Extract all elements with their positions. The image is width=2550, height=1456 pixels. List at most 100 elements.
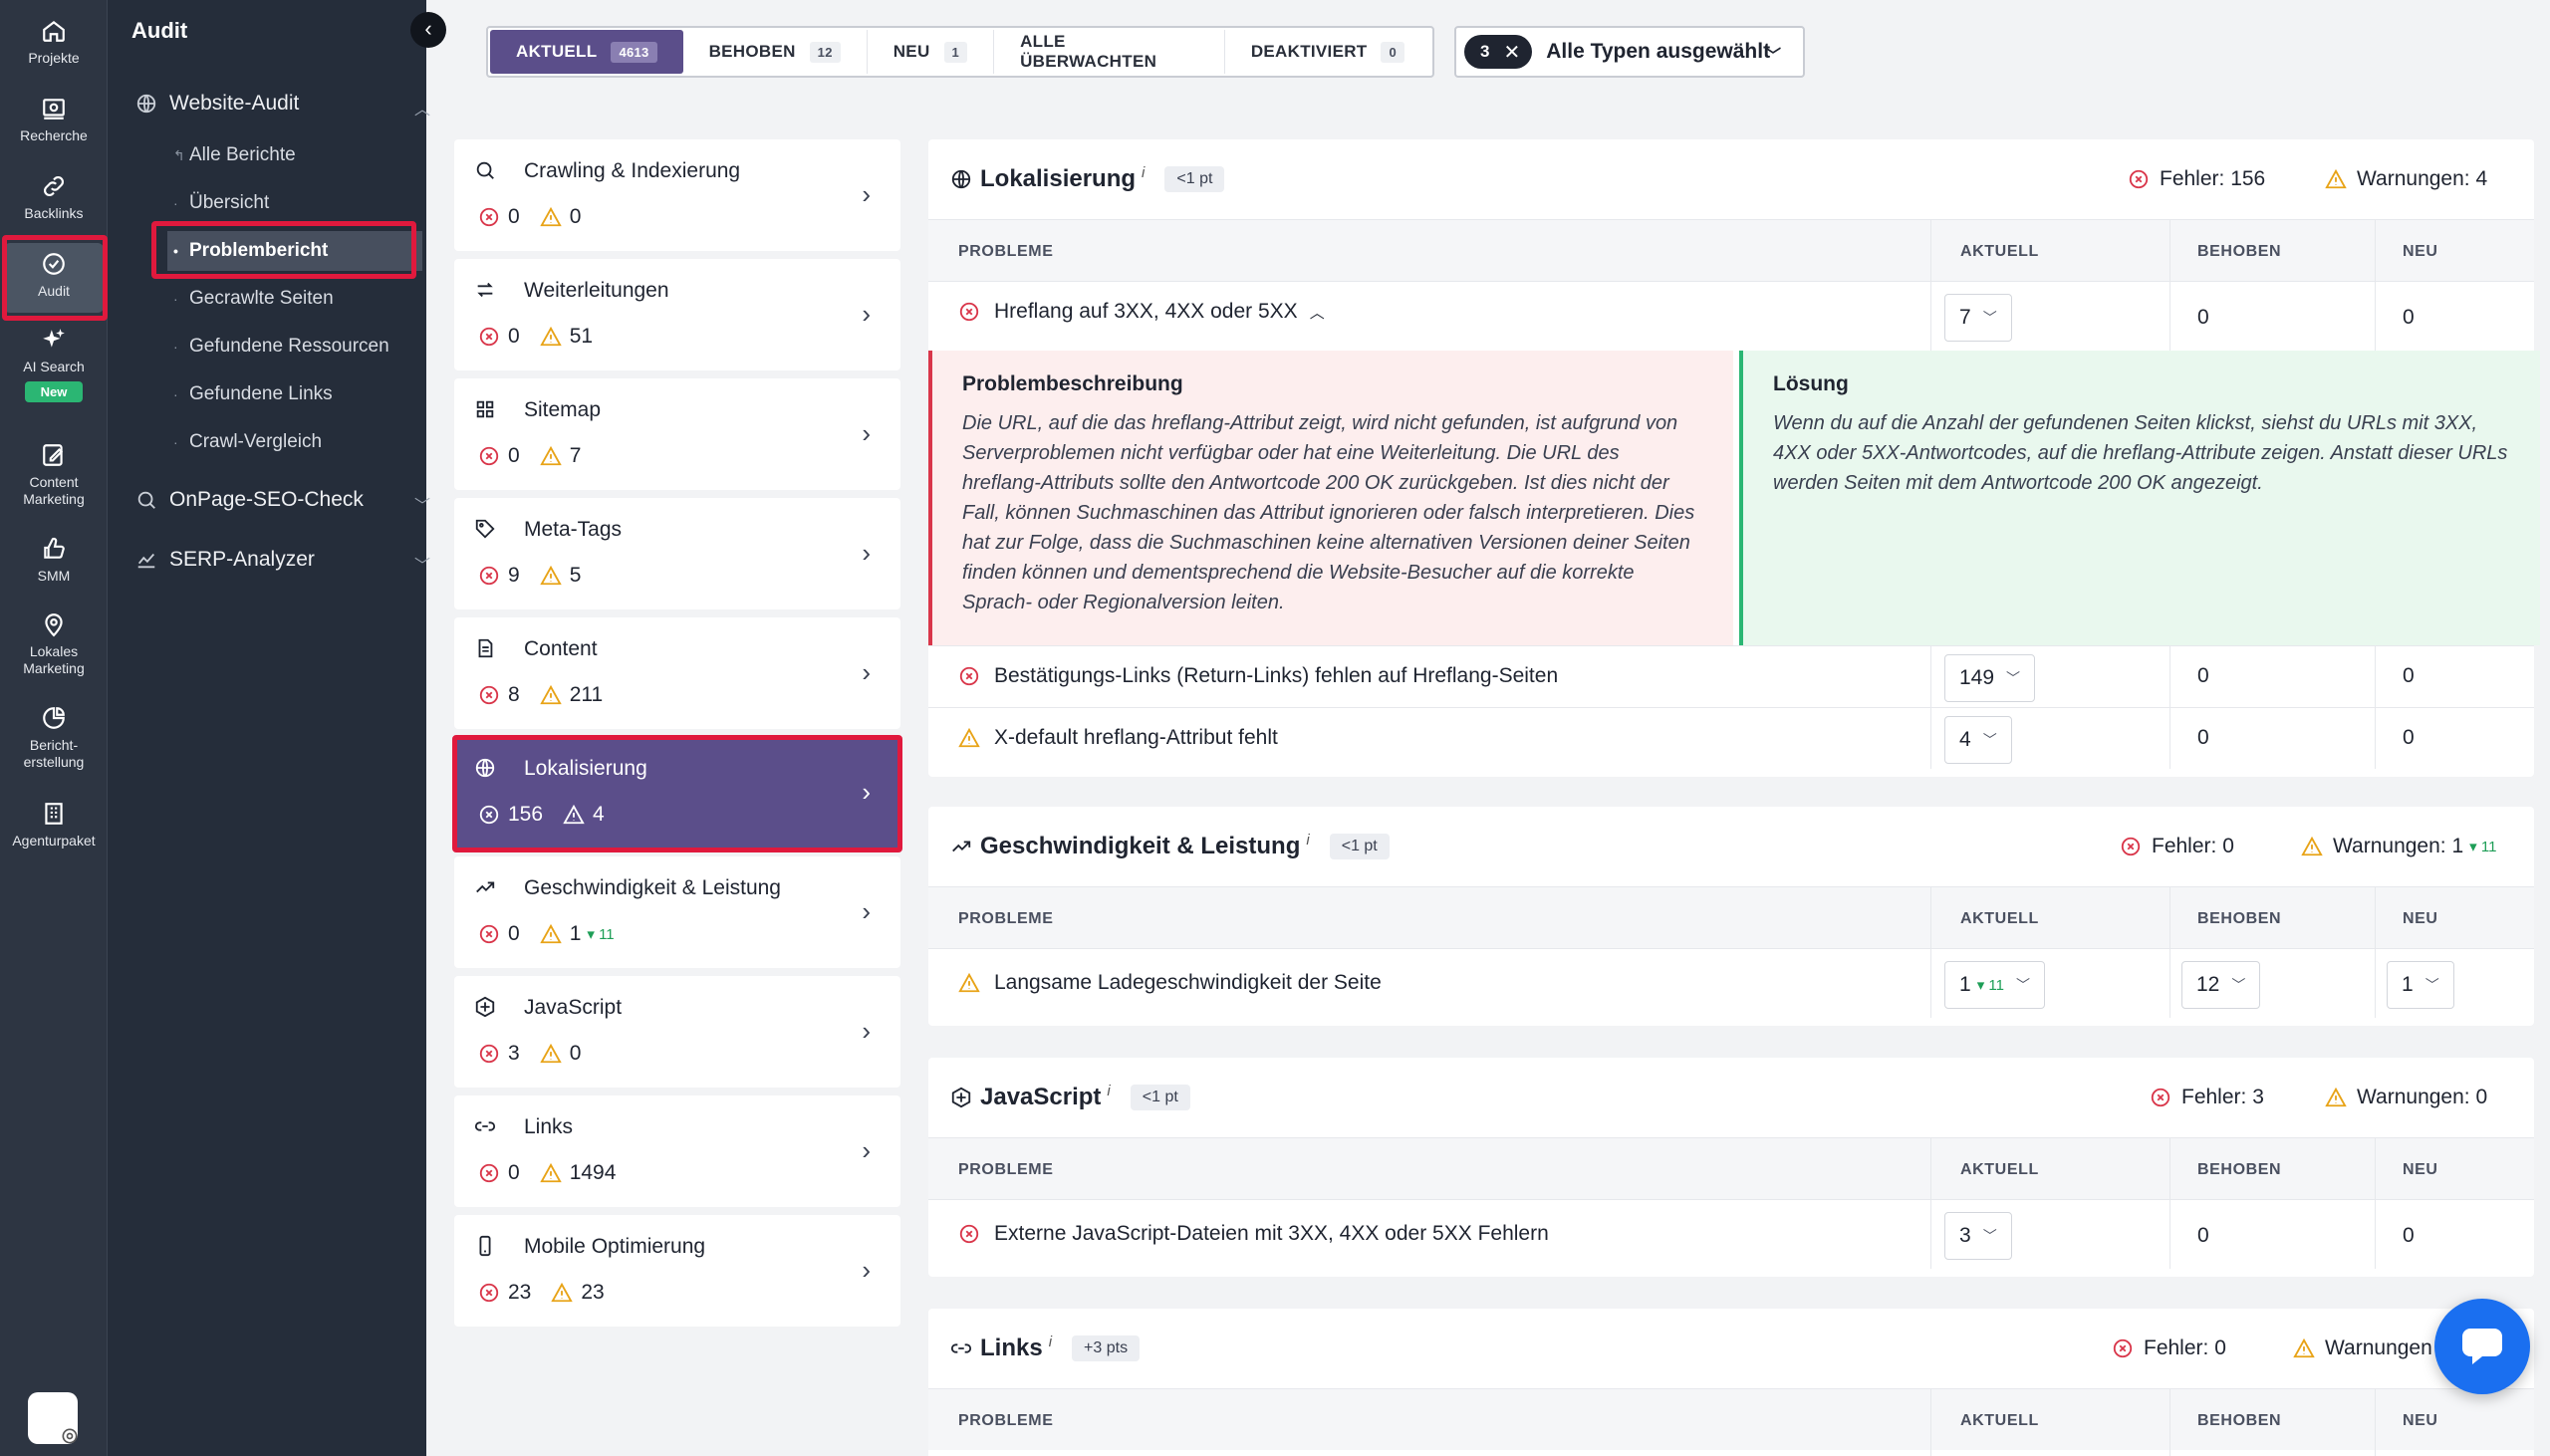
- table-row: X-default hreflang-Attribut fehlt 4 ﹀ 0 0: [928, 707, 2534, 769]
- error-icon: [2121, 837, 2141, 856]
- issue-link[interactable]: X-default hreflang-Attribut fehlt: [994, 726, 1278, 750]
- document-icon: [478, 638, 493, 658]
- section-title: Links i +3 pts: [950, 1334, 1141, 1362]
- collapse-sidebar-button[interactable]: ‹: [410, 12, 446, 48]
- link-icon: [950, 1343, 972, 1353]
- info-icon[interactable]: i: [1142, 164, 1145, 181]
- close-icon[interactable]: ✕: [1503, 40, 1520, 65]
- error-count: Fehler: 156: [2128, 167, 2265, 191]
- chevron-down-icon: ﹀: [1982, 732, 1997, 748]
- category-name: Mobile Optimierung: [524, 1235, 706, 1258]
- issue-type-filter[interactable]: 3 ✕ Alle Typen ausgewählt ﹀: [1454, 26, 1805, 78]
- warning-icon: [539, 326, 562, 347]
- category-card[interactable]: Content 8 211 ›: [454, 617, 900, 729]
- warning-icon: [2301, 836, 2323, 856]
- sidebar-group-website-audit[interactable]: Website-Audit ︿: [135, 92, 430, 119]
- rail-local-marketing[interactable]: Lokales Marketing: [4, 611, 104, 677]
- category-card[interactable]: JavaScript 3 0 ›: [454, 976, 900, 1088]
- redirect-icon: [477, 282, 493, 298]
- info-icon[interactable]: i: [1306, 832, 1309, 849]
- issue-link[interactable]: Hreflang auf 3XX, 4XX oder 5XX: [994, 300, 1298, 324]
- new-count-dropdown[interactable]: 1 ﹀: [2387, 961, 2454, 1009]
- category-name: JavaScript: [524, 996, 623, 1019]
- sidebar-item-found-links[interactable]: · Gefundene Links: [167, 374, 422, 414]
- tab-disabled[interactable]: DEAKTIVIERT 0: [1225, 30, 1430, 74]
- phone-icon: [479, 1235, 491, 1257]
- error-icon: [479, 1163, 499, 1183]
- warning-count: Warnungen: 0: [2325, 1086, 2487, 1109]
- home-icon: [43, 20, 65, 42]
- rail-ai-search[interactable]: AI Search New: [4, 327, 104, 402]
- warning-count: 51: [569, 325, 594, 348]
- chevron-down-icon: ﹀: [2006, 670, 2021, 686]
- chevron-up-icon[interactable]: ︿: [1310, 302, 1325, 323]
- settings-widget[interactable]: [28, 1392, 78, 1444]
- selected-count-chip[interactable]: 3 ✕: [1464, 35, 1533, 69]
- sidebar-item-overview[interactable]: · Übersicht: [167, 183, 422, 223]
- tab-new[interactable]: NEU 1: [868, 30, 995, 74]
- sidebar-item-found-resources[interactable]: · Gefundene Ressourcen: [167, 327, 422, 366]
- rail-smm[interactable]: SMM: [4, 536, 104, 585]
- grid-icon: [476, 400, 494, 418]
- tab-fixed[interactable]: BEHOBEN 12: [683, 30, 868, 74]
- error-icon: [479, 566, 499, 586]
- error-icon: [479, 685, 499, 705]
- category-card[interactable]: Links 0 1494 ›: [454, 1095, 900, 1207]
- rail-research[interactable]: Recherche: [4, 96, 104, 144]
- tab-all-monitored[interactable]: ALLE ÜBERWACHTEN: [994, 30, 1225, 74]
- error-icon: [2113, 1338, 2133, 1358]
- sidebar-group-onpage-seo-check[interactable]: OnPage-SEO-Check ﹀: [135, 488, 430, 515]
- warning-count: 0: [569, 1042, 582, 1065]
- current-count-dropdown[interactable]: 4 ﹀: [1944, 716, 2012, 764]
- rail-agency[interactable]: Agenturpaket: [4, 801, 104, 849]
- sidebar-item-crawl-comparison[interactable]: · Crawl-Vergleich: [167, 422, 422, 462]
- error-count: 0: [508, 1161, 520, 1184]
- warning-icon: [2325, 168, 2347, 189]
- rail-reporting[interactable]: Bericht-erstellung: [4, 705, 104, 771]
- category-counts: 0 1 ▾ 11: [478, 922, 615, 946]
- issue-link[interactable]: Bestätigungs-Links (Return-Links) fehlen…: [994, 664, 1558, 688]
- issue-link[interactable]: Externe JavaScript-Dateien mit 3XX, 4XX …: [994, 1222, 1549, 1246]
- category-card[interactable]: Geschwindigkeit & Leistung 0 1 ▾ 11 ›: [454, 856, 900, 968]
- chevron-right-icon: ›: [862, 1135, 871, 1165]
- rail-content-marketing[interactable]: Content Marketing: [4, 442, 104, 508]
- error-count: Fehler: 3: [2150, 1086, 2264, 1109]
- current-count-dropdown[interactable]: 149 ﹀: [1944, 654, 2036, 702]
- warning-count: Warnungen: [2293, 1336, 2432, 1360]
- info-icon[interactable]: i: [1049, 1334, 1052, 1350]
- warning-count: 211: [569, 683, 604, 706]
- category-card[interactable]: Crawling & Indexierung 0 0 ›: [454, 139, 900, 251]
- warning-icon: [539, 684, 562, 705]
- error-icon: [479, 446, 499, 466]
- chevron-right-icon: ›: [862, 538, 871, 568]
- current-count-dropdown[interactable]: 7 ﹀: [1944, 294, 2012, 342]
- rail-projects[interactable]: Projekte: [4, 18, 104, 67]
- table-row: Langsame Ladegeschwindigkeit der Seite 1…: [928, 948, 2534, 1018]
- delta-badge: ▾ 11: [2469, 839, 2497, 855]
- category-card[interactable]: Meta-Tags 9 5 ›: [454, 498, 900, 609]
- info-icon[interactable]: i: [1107, 1083, 1110, 1099]
- current-count-dropdown[interactable]: 1 ▾ 11 ﹀: [1944, 961, 2045, 1009]
- current-count-dropdown[interactable]: 3 ﹀: [1944, 1212, 2012, 1260]
- issue-link[interactable]: Langsame Ladegeschwindigkeit der Seite: [994, 971, 1382, 995]
- status-tabs: AKTUELL 4613 BEHOBEN 12 NEU 1 ALLE ÜBERWACH…: [486, 26, 1434, 78]
- fixed-count-dropdown[interactable]: 12 ﹀: [2181, 961, 2261, 1009]
- category-card[interactable]: Sitemap 0 7 ›: [454, 378, 900, 490]
- warning-icon: [958, 972, 980, 993]
- tab-current[interactable]: AKTUELL 4613: [490, 30, 683, 74]
- sidebar-item-all-reports[interactable]: ↰ Alle Berichte: [167, 135, 422, 175]
- highlight-box-localization: [452, 735, 902, 852]
- sidebar-group-serp-analyzer[interactable]: SERP-Analyzer ﹀: [135, 548, 430, 575]
- points-badge: <1 pt: [1130, 1085, 1190, 1110]
- delta-badge: ▾ 11: [587, 926, 615, 943]
- pie-chart-icon: [43, 707, 65, 729]
- error-count: 8: [508, 683, 520, 706]
- category-card[interactable]: Weiterleitungen 0 51 ›: [454, 259, 900, 370]
- rail-backlinks[interactable]: Backlinks: [4, 173, 104, 222]
- chat-support-button[interactable]: [2434, 1299, 2530, 1394]
- table-row: Hreflang auf 3XX, 4XX oder 5XX ︿ 7 ﹀ 0 0: [928, 281, 2534, 351]
- warning-icon: [551, 1282, 574, 1303]
- building-icon: [45, 803, 63, 825]
- sidebar-item-crawled-pages[interactable]: · Gecrawlte Seiten: [167, 279, 422, 319]
- category-card[interactable]: Mobile Optimierung 23 23 ›: [454, 1215, 900, 1327]
